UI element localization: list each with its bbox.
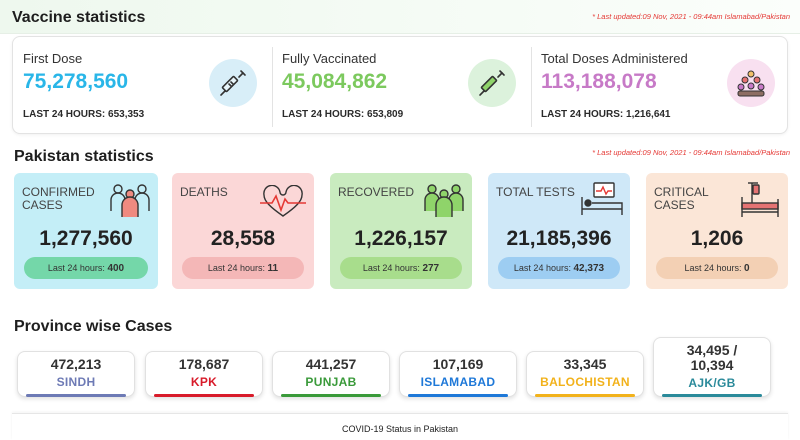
hospital-bed-icon: [580, 181, 624, 224]
heartbeat-icon: [260, 184, 306, 224]
last24-value: 11: [267, 263, 279, 274]
province-value-line2: 10,394: [690, 357, 734, 373]
last24-label: Last 24 hours:: [47, 263, 105, 273]
province-name: ISLAMABAD: [420, 375, 496, 389]
critical-cases-card: CRITICAL CASES 1,206 Last 24 hours: 0: [646, 173, 788, 289]
recovered-title: RECOVERED: [338, 185, 415, 199]
total-doses-value: 113,188,078: [541, 70, 657, 93]
fully-vaccinated-value: 45,084,862: [282, 70, 388, 93]
deaths-value: 28,558: [210, 227, 276, 250]
pakistan-last-updated: * Last updated:09 Nov, 2021 - 09:44am Is…: [592, 148, 790, 157]
total-tests-value: 21,185,396: [506, 227, 612, 250]
province-card-sindh: 472,213 SINDH: [17, 351, 135, 397]
province-name: AJK/GB: [688, 376, 736, 390]
last24-label: Last 24 hours:: [513, 263, 571, 273]
critical-cases-last24: Last 24 hours: 0: [656, 257, 778, 279]
total-doses-last24: LAST 24 HOURS: 1,216,641: [541, 109, 671, 120]
last24-label: Last 24 hours:: [684, 263, 742, 273]
province-name: SINDH: [56, 375, 96, 389]
first-dose-last24: LAST 24 HOURS: 653,353: [23, 109, 145, 120]
province-accent-bar: [154, 394, 254, 397]
vaccine-stats-panel: First Dose 75,278,560 LAST 24 HOURS: 653…: [12, 36, 788, 134]
province-name: KPK: [190, 375, 218, 389]
first-dose-value: 75,278,560: [23, 70, 129, 93]
province-card-ajk-gb: 34,495 / 10,394 AJK/GB: [653, 337, 771, 397]
total-tests-card: TOTAL TESTS 21,185,396 Last 24 hours: 42…: [488, 173, 630, 289]
province-value-line1: 34,495 /: [686, 342, 738, 358]
province-card-islamabad: 107,169 ISLAMABAD: [399, 351, 517, 397]
confirmed-cases-last24: Last 24 hours: 400: [24, 257, 148, 279]
province-value: 441,257: [305, 356, 357, 372]
recovered-value: 1,226,157: [354, 227, 448, 250]
province-card-kpk: 178,687 KPK: [145, 351, 263, 397]
fully-vaccinated-label: Fully Vaccinated: [282, 51, 377, 66]
people-icon: [108, 181, 152, 224]
recovered-card: RECOVERED 1,226,157 Last 24 hours: 277: [330, 173, 472, 289]
syringe-icon: [209, 59, 257, 107]
deaths-last24: Last 24 hours: 11: [182, 257, 304, 279]
province-value: 107,169: [432, 356, 484, 372]
province-accent-bar: [281, 394, 381, 397]
footer-caption: COVID-19 Status in Pakistan: [12, 413, 788, 440]
last24-label: Last 24 hours:: [362, 263, 420, 273]
province-section-title: Province wise Cases: [14, 318, 173, 335]
province-name: BALOCHISTAN: [540, 375, 630, 389]
total-tests-last24: Last 24 hours: 42,373: [498, 257, 620, 279]
last24-value: 277: [422, 263, 440, 274]
confirmed-cases-value: 1,277,560: [39, 227, 133, 250]
last24-value: 400: [107, 263, 125, 274]
critical-cases-value: 1,206: [690, 227, 744, 250]
province-card-balochistan: 33,345 BALOCHISTAN: [526, 351, 644, 397]
province-accent-bar: [408, 394, 508, 397]
province-accent-bar: [662, 394, 762, 397]
vaccine-section-title: Vaccine statistics: [12, 9, 146, 26]
province-card-punjab: 441,257 PUNJAB: [272, 351, 390, 397]
last24-value: 0: [744, 263, 750, 274]
deaths-card: DEATHS 28,558 Last 24 hours: 11: [172, 173, 314, 289]
first-dose-label: First Dose: [23, 51, 83, 66]
vaccine-last-updated: * Last updated:09 Nov, 2021 - 09:44am Is…: [592, 12, 790, 21]
iv-bed-icon: [738, 181, 782, 226]
syringe-icon: [468, 59, 516, 107]
first-dose-stat: First Dose 75,278,560 LAST 24 HOURS: 653…: [13, 37, 271, 133]
fully-vaccinated-last24: LAST 24 HOURS: 653,809: [282, 109, 404, 120]
total-doses-label: Total Doses Administered: [541, 51, 688, 66]
critical-cases-title: CRITICAL CASES: [654, 185, 709, 212]
pakistan-section-title: Pakistan statistics: [14, 148, 154, 165]
province-value: 33,345: [563, 356, 607, 372]
confirmed-cases-title: CONFIRMED CASES: [22, 185, 95, 212]
confirmed-cases-card: CONFIRMED CASES 1,277,560 Last 24 hours:…: [14, 173, 158, 289]
people-icon: [422, 181, 466, 224]
deaths-title: DEATHS: [180, 185, 228, 199]
province-accent-bar: [26, 394, 126, 397]
province-accent-bar: [535, 394, 635, 397]
recovered-last24: Last 24 hours: 277: [340, 257, 462, 279]
province-value: 34,495 / 10,394: [654, 343, 770, 373]
last24-label: Last 24 hours:: [207, 263, 265, 273]
crowd-icon: [727, 59, 775, 107]
total-tests-title: TOTAL TESTS: [496, 185, 575, 199]
last24-value: 42,373: [573, 263, 605, 274]
province-name: PUNJAB: [305, 375, 357, 389]
province-value: 472,213: [50, 356, 102, 372]
total-doses-stat: Total Doses Administered 113,188,078 LAS…: [531, 37, 789, 133]
province-value: 178,687: [178, 356, 230, 372]
fully-vaccinated-stat: Fully Vaccinated 45,084,862 LAST 24 HOUR…: [272, 37, 530, 133]
